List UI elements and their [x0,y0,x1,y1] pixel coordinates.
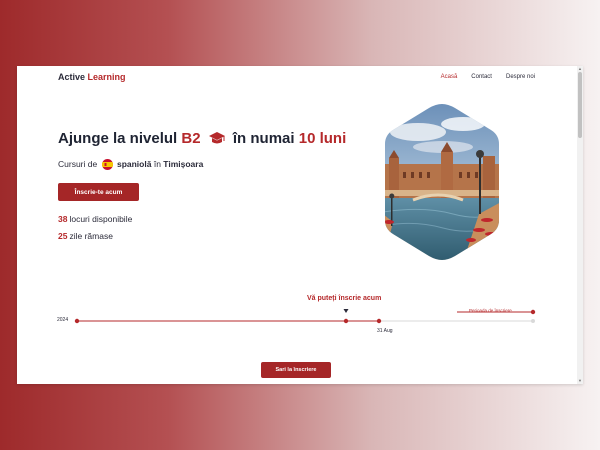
timeline-deadline-dot [376,318,382,324]
language-name: spaniolă [116,159,152,169]
title-prefix: Ajunge la nivelul [58,130,178,147]
city-name: Timișoara [163,159,204,169]
timeline-start-label: 2024 [57,317,69,323]
logo-text-accent: Learning [87,72,126,82]
available-seats-stat: 38 locuri disponibile [58,214,132,224]
top-nav: Active Learning Acasă Contact Despre noi [17,66,577,92]
logo-text-primary: Active [58,72,86,82]
subtitle-prefix: Cursuri de [58,159,98,169]
title-level: B2 [181,130,201,147]
jump-to-enrollment-button[interactable]: Sari la înscriere [261,362,331,378]
seville-plaza-image [385,104,499,260]
logo[interactable]: Active Learning [58,72,126,82]
nav-links: Acasă Contact Despre noi [441,74,535,80]
nav-link-contact[interactable]: Contact [471,74,492,80]
graduation-cap-icon [208,132,225,144]
scroll-down-arrow-icon[interactable]: ▼ [578,379,582,383]
timeline-period-dot [530,309,536,315]
timeline-end-dot [531,319,535,323]
timeline-deadline-label: 31 Aug [377,328,393,334]
timeline-period-label: Perioada de înscriere [469,308,512,313]
title-duration: 10 luni [298,130,347,147]
nav-link-home[interactable]: Acasă [441,74,458,80]
nav-link-about[interactable]: Despre noi [506,74,535,80]
seats-count: 38 [58,214,68,224]
timeline-today-dot [343,318,349,324]
enroll-now-button[interactable]: Înscrie-te acum [58,183,139,201]
timeline-start-dot [74,318,80,324]
title-middle: în numai [232,130,295,147]
hero-title: Ajunge la nivelul B2 în numai 10 luni [58,130,346,147]
enrollment-timeline [74,309,536,324]
scroll-up-arrow-icon[interactable]: ▲ [578,67,582,71]
days-left-stat: 25 zile rămase [58,231,113,241]
hero-subtitle: Cursuri de spaniolă în Timișoara [58,159,203,170]
days-count: 25 [58,231,68,241]
days-label: zile rămase [69,231,113,241]
subtitle-middle: în [153,159,161,169]
browser-window: Active Learning Acasă Contact Despre noi… [17,66,583,384]
timeline-today-marker-icon [343,309,349,313]
spain-flag-icon [101,159,113,170]
vertical-scrollbar[interactable]: ▲ ▼ [577,66,583,384]
seats-label: locuri disponibile [69,214,133,224]
scroll-thumb[interactable] [578,72,582,138]
